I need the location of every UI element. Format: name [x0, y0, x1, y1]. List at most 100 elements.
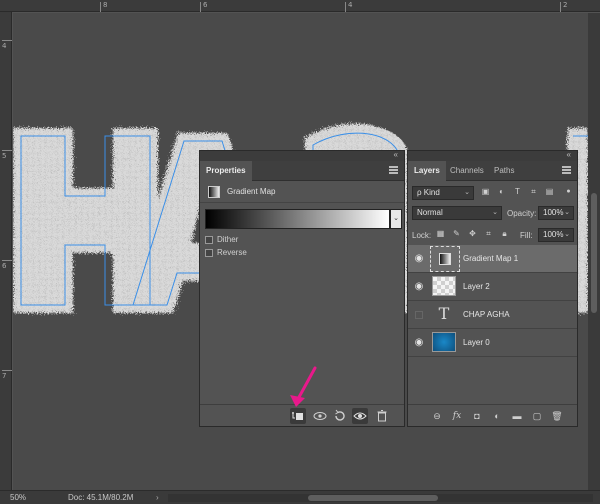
visibility-off-box[interactable] — [415, 311, 423, 319]
ruler-tick — [200, 2, 201, 12]
filter-smart-object-icon[interactable]: ▤ — [544, 186, 555, 197]
eye-icon[interactable]: ◉ — [413, 337, 425, 349]
gradient-preview[interactable] — [205, 209, 390, 229]
tab-properties[interactable]: Properties — [200, 161, 252, 181]
clip-to-layer-button[interactable] — [290, 408, 306, 424]
ruler-tick — [345, 2, 346, 12]
opacity-value: 100% — [543, 208, 564, 217]
gradient-map-icon — [208, 186, 220, 198]
status-bar: 50% Doc: 45.1M/80.2M › — [0, 490, 600, 504]
layers-footer: ⊖ fx ◘ ◐ ▬ ▢ 🗑︎ — [408, 404, 577, 426]
layer-row-gradient-map-1[interactable]: ◉ Gradient Map 1 — [408, 245, 577, 273]
panel-header-strip: « — [408, 150, 577, 161]
new-group-icon[interactable]: ▬ — [510, 408, 524, 424]
adjustment-layer-icon[interactable]: ◐ — [490, 408, 504, 424]
reset-icon — [335, 409, 345, 421]
opacity-label: Opacity: — [507, 209, 537, 218]
blend-mode-value: Normal — [417, 208, 443, 217]
dither-checkbox[interactable] — [205, 236, 213, 244]
blend-mode-select[interactable]: Normal ⌄ — [412, 206, 502, 220]
ruler-label: 4 — [2, 42, 7, 50]
delete-button[interactable] — [374, 408, 390, 424]
adjustment-header: Gradient Map — [200, 181, 404, 203]
filter-shape-icon[interactable]: ⌗ — [528, 186, 539, 197]
pink-arrow-annotation — [290, 366, 317, 407]
ruler-tick — [2, 40, 12, 41]
opacity-field[interactable]: 100% ⌄ — [538, 206, 574, 220]
lock-artboard-icon[interactable]: ⌗ — [483, 228, 494, 239]
layer-name[interactable]: Layer 0 — [463, 338, 490, 347]
lock-label: Lock: — [412, 231, 432, 240]
ruler-label: 2 — [563, 1, 568, 9]
status-menu-arrow[interactable]: › — [156, 493, 159, 502]
filter-adjustment-icon[interactable]: ◐ — [496, 186, 507, 197]
trash-icon — [377, 410, 387, 422]
layer-row-layer-2[interactable]: ◉ Layer 2 — [408, 273, 577, 301]
gradient-dropdown-button[interactable]: ⌄ — [390, 209, 402, 229]
layers-tabbar: Layers Channels Paths — [408, 161, 577, 181]
doc-size: Doc: 45.1M/80.2M — [68, 493, 134, 502]
gradient-map-icon — [439, 253, 451, 265]
add-mask-icon[interactable]: ◘ — [470, 408, 484, 424]
link-icon[interactable]: ⊖ — [430, 408, 444, 424]
eye-icon[interactable]: ◉ — [413, 253, 425, 265]
chevron-down-icon: ⌄ — [464, 189, 470, 196]
ruler-tick — [2, 370, 12, 371]
new-layer-icon[interactable]: ▢ — [530, 408, 544, 424]
dither-label: Dither — [217, 235, 239, 244]
scroll-thumb[interactable] — [308, 495, 438, 501]
collapse-icon[interactable]: « — [567, 150, 571, 159]
scroll-thumb[interactable] — [591, 193, 597, 313]
eye-icon — [353, 412, 367, 420]
ruler-tick — [560, 2, 561, 12]
reset-button[interactable] — [332, 408, 348, 424]
chevron-down-icon: ⌄ — [564, 231, 570, 238]
filter-toggle-icon[interactable]: ● — [563, 186, 574, 197]
vertical-scrollbar[interactable] — [588, 13, 600, 490]
view-previous-button[interactable] — [312, 408, 328, 424]
tab-paths[interactable]: Paths — [488, 161, 520, 181]
horizontal-ruler: 8 6 4 2 — [0, 0, 600, 12]
tab-layers[interactable]: Layers — [408, 161, 446, 181]
ruler-label: 4 — [348, 1, 353, 9]
ruler-tick — [2, 150, 12, 151]
fill-label: Fill: — [520, 231, 533, 240]
lock-all-icon[interactable]: 🔒︎ — [499, 228, 510, 239]
vertical-ruler: 4 5 6 7 — [0, 12, 12, 490]
layer-name[interactable]: Layer 2 — [463, 282, 490, 291]
panel-menu-icon[interactable] — [389, 166, 398, 174]
layer-row-chap-agha[interactable]: T CHAP AGHA — [408, 301, 577, 329]
layer-row-layer-0[interactable]: ◉ Layer 0 — [408, 329, 577, 357]
reverse-checkbox[interactable] — [205, 249, 213, 257]
panel-menu-icon[interactable] — [562, 166, 571, 174]
collapse-icon[interactable]: « — [394, 150, 398, 159]
fill-field[interactable]: 100% ⌄ — [538, 228, 574, 242]
lock-transparent-icon[interactable]: ▦ — [435, 228, 446, 239]
reverse-label: Reverse — [217, 248, 247, 257]
filter-kind-select[interactable]: ρ Kind ⌄ — [412, 186, 474, 200]
fx-icon[interactable]: fx — [450, 408, 464, 424]
lock-image-icon[interactable]: ✎ — [451, 228, 462, 239]
lock-position-icon[interactable]: ✥ — [467, 228, 478, 239]
chevron-down-icon: ⌄ — [564, 209, 570, 216]
tab-channels[interactable]: Channels — [444, 161, 490, 181]
trash-icon[interactable]: 🗑︎ — [550, 408, 564, 424]
eye-icon[interactable]: ◉ — [413, 281, 425, 293]
layer-thumbnail — [432, 332, 456, 352]
filter-pixel-icon[interactable]: ▣ — [480, 186, 491, 197]
layer-name[interactable]: Gradient Map 1 — [463, 254, 518, 263]
text-layer-icon: T — [438, 304, 450, 323]
ruler-label: 6 — [2, 262, 7, 270]
filter-type-icon[interactable]: T — [512, 186, 523, 197]
layer-name[interactable]: CHAP AGHA — [463, 310, 510, 319]
filter-kind-value: ρ Kind — [417, 188, 440, 197]
zoom-level[interactable]: 50% — [10, 493, 26, 502]
ruler-label: 5 — [2, 152, 7, 160]
layer-thumbnail — [432, 276, 456, 296]
toggle-visibility-button[interactable] — [352, 408, 368, 424]
layers-panel: « Layers Channels Paths ρ Kind ⌄ ▣ ◐ T ⌗ … — [407, 150, 578, 427]
horizontal-scrollbar[interactable] — [168, 494, 593, 502]
fill-value: 100% — [543, 230, 564, 239]
clip-icon — [292, 412, 303, 420]
adjustment-thumbnail — [430, 246, 460, 272]
